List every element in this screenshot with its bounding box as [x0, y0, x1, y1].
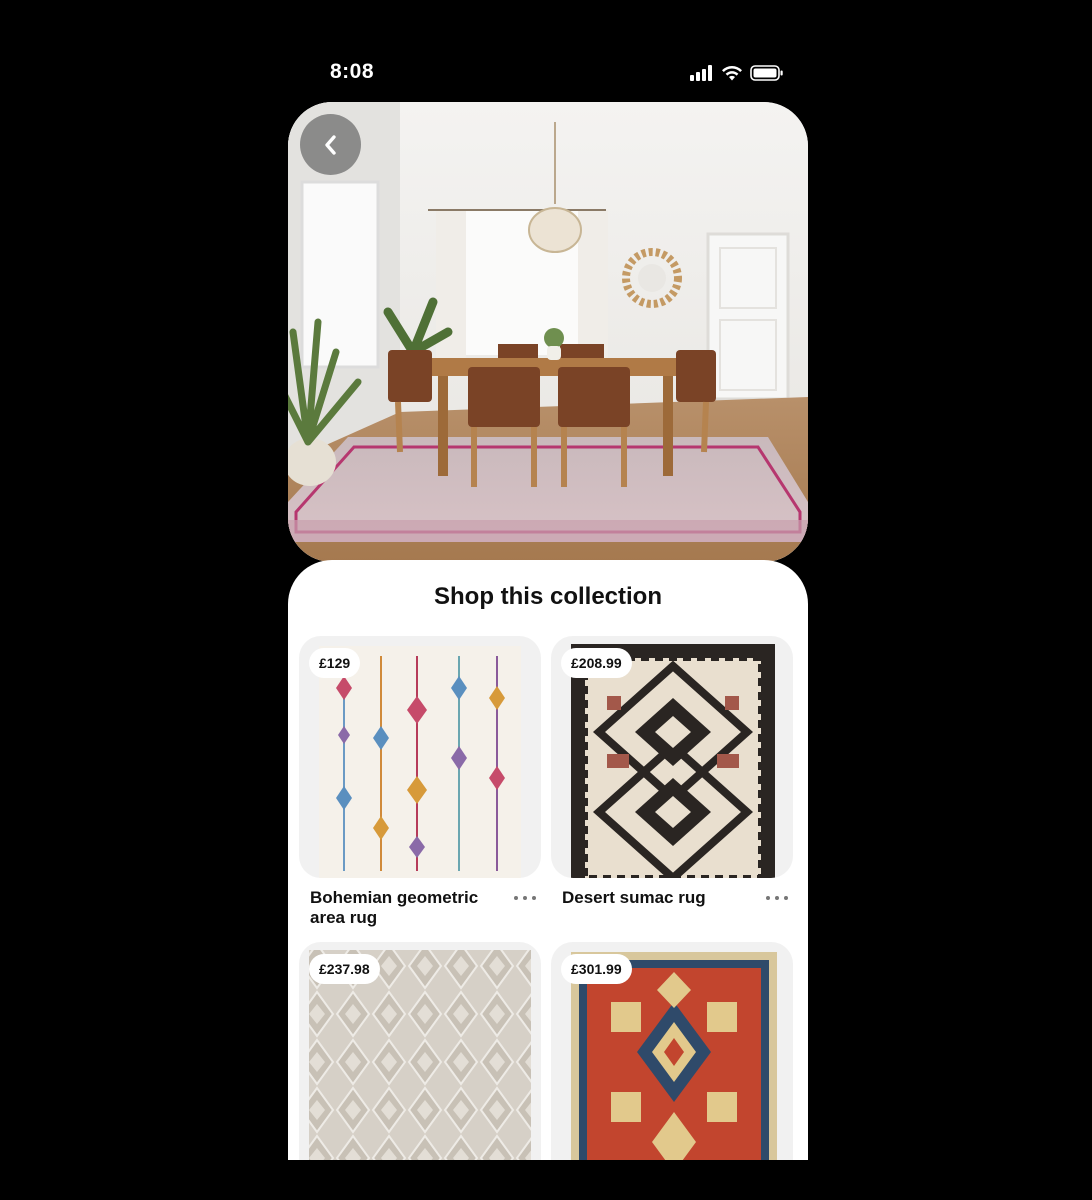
ellipsis-icon: [514, 896, 518, 900]
more-options-button[interactable]: [763, 890, 791, 906]
ellipsis-icon: [775, 896, 779, 900]
product-name[interactable]: Desert sumac rug: [562, 888, 752, 908]
battery-icon: [750, 65, 783, 81]
status-time: 8:08: [330, 60, 375, 83]
ellipsis-icon: [532, 896, 536, 900]
status-icons: [690, 64, 784, 82]
ellipsis-icon: [784, 896, 788, 900]
ellipsis-icon: [766, 896, 770, 900]
shop-sheet: Shop this collection £129 Bohemian geome…: [288, 560, 808, 1160]
chevron-left-icon: [324, 134, 336, 155]
product-name[interactable]: Bohemian geometric area rug: [310, 888, 500, 928]
more-options-button[interactable]: [511, 890, 539, 906]
price-badge: £301.99: [561, 954, 632, 984]
status-bar: 8:08: [288, 52, 808, 92]
price-badge: £129: [309, 648, 361, 678]
hero-image: [288, 102, 808, 562]
sheet-title: Shop this collection: [433, 583, 662, 610]
ellipsis-icon: [523, 896, 527, 900]
dining-room-photo: [288, 102, 808, 562]
cellular-signal-icon: [690, 65, 712, 81]
price-badge: £237.98: [309, 954, 380, 984]
wifi-icon: [722, 65, 742, 81]
back-button[interactable]: [300, 114, 361, 175]
price-badge: £208.99: [561, 648, 632, 678]
